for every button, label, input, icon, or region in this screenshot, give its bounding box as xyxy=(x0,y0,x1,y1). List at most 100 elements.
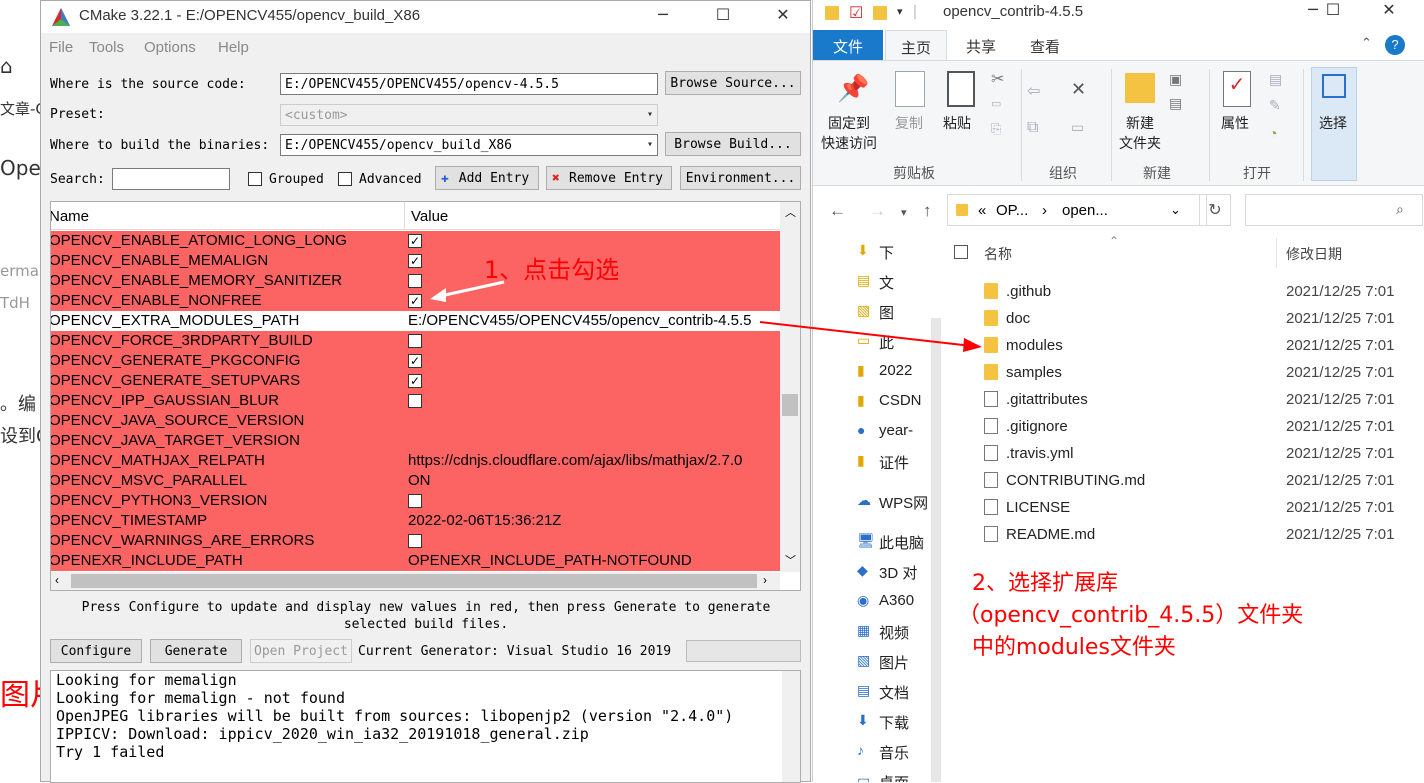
paste-label[interactable]: 粘贴 xyxy=(943,113,971,133)
col-name-header[interactable]: 名称 xyxy=(984,244,1012,264)
nav-item[interactable]: 此 xyxy=(879,332,894,353)
nav-item[interactable]: WPS网 xyxy=(879,492,928,513)
menu-file[interactable]: File xyxy=(49,39,73,56)
table-row[interactable]: OPENCV_IPP_GAUSSIAN_BLUR xyxy=(51,391,780,411)
advanced-checkbox[interactable] xyxy=(338,172,352,186)
select-label[interactable]: 选择 xyxy=(1319,113,1347,133)
list-item[interactable]: .travis.yml 2021/12/25 7:01 xyxy=(944,440,1424,467)
nav-item[interactable]: 文 xyxy=(879,272,894,293)
nav-item[interactable]: 视频 xyxy=(879,622,909,643)
chevron-right-icon[interactable]: › xyxy=(763,573,767,587)
edit-icon[interactable]: ✎ xyxy=(1269,97,1281,114)
table-row[interactable]: OPENCV_PYTHON3_VERSION xyxy=(51,491,780,511)
back-icon[interactable]: ← xyxy=(829,201,846,221)
vertical-scrollbar[interactable]: ︿ ﹀ xyxy=(780,202,800,572)
checkbox-icon[interactable]: ☑ xyxy=(849,3,863,23)
menu-tools[interactable]: Tools xyxy=(89,39,124,56)
table-row[interactable]: OPENCV_GENERATE_PKGCONFIG ✓ xyxy=(51,351,780,371)
nav-item[interactable]: 3D 对 xyxy=(879,562,917,583)
breadcrumb-overflow[interactable]: « xyxy=(978,202,986,219)
chevron-left-icon[interactable]: ‹ xyxy=(55,573,59,587)
folder-icon[interactable] xyxy=(873,6,887,20)
list-item[interactable]: doc 2021/12/25 7:01 xyxy=(944,305,1424,332)
preset-select[interactable]: <custom> ▾ xyxy=(280,104,658,126)
nav-item[interactable]: 音乐 xyxy=(879,742,909,763)
nav-item[interactable]: 桌面 xyxy=(879,772,909,782)
col-name-header[interactable]: Name xyxy=(51,208,89,225)
col-value-header[interactable]: Value xyxy=(411,208,448,225)
breadcrumb-item[interactable]: OP... xyxy=(996,202,1028,219)
list-item[interactable]: CONTRIBUTING.md 2021/12/25 7:01 xyxy=(944,467,1424,494)
table-row[interactable]: OPENCV_ENABLE_NONFREE ✓ xyxy=(51,291,780,311)
minimize-button[interactable]: ─ xyxy=(643,5,683,29)
maximize-button[interactable]: ☐ xyxy=(703,5,743,29)
paste-shortcut-icon[interactable]: ⎘ xyxy=(991,121,1001,137)
table-row[interactable]: OPENCV_FORCE_3RDPARTY_BUILD xyxy=(51,331,780,351)
chevron-down-icon[interactable]: ﹀ xyxy=(785,552,796,568)
tab-share[interactable]: 共享 xyxy=(955,30,1007,60)
entry-value[interactable]: E:/OPENCV455/OPENCV455/opencv_contrib-4.… xyxy=(408,312,778,329)
entry-checkbox[interactable]: ✓ xyxy=(408,234,422,248)
add-entry-button[interactable]: ✚ Add Entry xyxy=(435,166,539,190)
entry-checkbox[interactable]: ✓ xyxy=(408,354,422,368)
forward-icon[interactable]: → xyxy=(869,201,886,221)
nav-item[interactable]: year- xyxy=(879,422,913,439)
nav-item[interactable]: 下 xyxy=(879,242,894,263)
list-item[interactable]: .github 2021/12/25 7:01 xyxy=(944,278,1424,305)
search-box[interactable]: ⌕ xyxy=(1245,194,1423,226)
nav-item[interactable]: 下载 xyxy=(879,712,909,733)
entry-checkbox[interactable] xyxy=(408,394,422,408)
build-path-combo[interactable]: E:/OPENCV455/opencv_build_X86 ▾ xyxy=(280,134,658,156)
refresh-button[interactable]: ↻ xyxy=(1199,194,1231,226)
copy-icon[interactable] xyxy=(895,71,925,107)
entry-checkbox[interactable] xyxy=(408,494,422,508)
paste-icon[interactable] xyxy=(947,71,975,107)
scroll-thumb[interactable] xyxy=(782,394,798,416)
cut-icon[interactable]: ✂ xyxy=(991,69,1004,89)
tab-view[interactable]: 查看 xyxy=(1019,30,1071,60)
close-button[interactable]: ✕ xyxy=(1369,0,1409,24)
nav-item[interactable]: A360 xyxy=(879,592,914,609)
table-row[interactable]: OPENCV_EXTRA_MODULES_PATH E:/OPENCV455/OP… xyxy=(51,311,780,331)
environment-button[interactable]: Environment... xyxy=(680,166,801,190)
copy-label[interactable]: 复制 xyxy=(895,113,923,133)
chevron-down-icon[interactable]: ⌄ xyxy=(1170,202,1181,218)
table-row[interactable]: OPENCV_ENABLE_MEMORY_SANITIZER xyxy=(51,271,780,291)
tab-home[interactable]: 主页 xyxy=(885,30,947,60)
chevron-down-icon[interactable]: ▾ xyxy=(897,5,903,18)
menu-help[interactable]: Help xyxy=(218,39,249,56)
nav-item[interactable]: 图 xyxy=(879,302,894,323)
up-icon[interactable]: ↑ xyxy=(923,201,932,221)
nav-item[interactable]: 文档 xyxy=(879,682,909,703)
generate-button[interactable]: Generate xyxy=(150,639,242,663)
nav-item[interactable]: CSDN xyxy=(879,392,922,409)
table-row[interactable]: OPENCV_ENABLE_MEMALIGN ✓ xyxy=(51,251,780,271)
new-item-icon[interactable]: ▣ xyxy=(1169,71,1182,88)
copy-path-icon[interactable]: ▭ xyxy=(991,97,1001,110)
table-row[interactable]: OPENCV_JAVA_SOURCE_VERSION xyxy=(51,411,780,431)
configure-button[interactable]: Configure xyxy=(50,639,142,663)
entry-value[interactable]: https://cdnjs.cloudflare.com/ajax/libs/m… xyxy=(408,452,778,469)
history-icon[interactable]: ◔ xyxy=(1269,125,1277,141)
maximize-button[interactable]: ☐ xyxy=(1313,0,1353,24)
table-row[interactable]: OPENCV_WARNINGS_ARE_ERRORS xyxy=(51,531,780,551)
chevron-up-icon[interactable]: ︿ xyxy=(785,204,796,220)
grouped-checkbox[interactable] xyxy=(248,172,262,186)
output-log[interactable]: Looking for memalign Looking for memalig… xyxy=(50,670,801,783)
nav-scrollbar[interactable] xyxy=(931,318,941,782)
close-button[interactable]: ✕ xyxy=(763,5,803,29)
list-item[interactable]: samples 2021/12/25 7:01 xyxy=(944,359,1424,386)
new-folder-label[interactable]: 新建 文件夹 xyxy=(1119,113,1161,153)
open-project-button[interactable]: Open Project xyxy=(250,639,352,663)
nav-item[interactable]: 证件 xyxy=(879,452,909,473)
pin-icon[interactable]: 📌 xyxy=(837,73,869,104)
chevron-down-icon[interactable]: ▾ xyxy=(901,206,907,219)
help-icon[interactable]: ? xyxy=(1385,35,1405,55)
nav-item[interactable]: 图片 xyxy=(879,652,909,673)
delete-icon[interactable]: ✕ xyxy=(1071,79,1086,100)
table-row[interactable]: OPENCV_ENABLE_ATOMIC_LONG_LONG ✓ xyxy=(51,231,780,251)
remove-entry-button[interactable]: ✖ Remove Entry xyxy=(546,166,672,190)
table-row[interactable]: OPENCV_GENERATE_SETUPVARS ✓ xyxy=(51,371,780,391)
properties-label[interactable]: 属性 xyxy=(1221,113,1249,133)
list-item[interactable]: .gitattributes 2021/12/25 7:01 xyxy=(944,386,1424,413)
